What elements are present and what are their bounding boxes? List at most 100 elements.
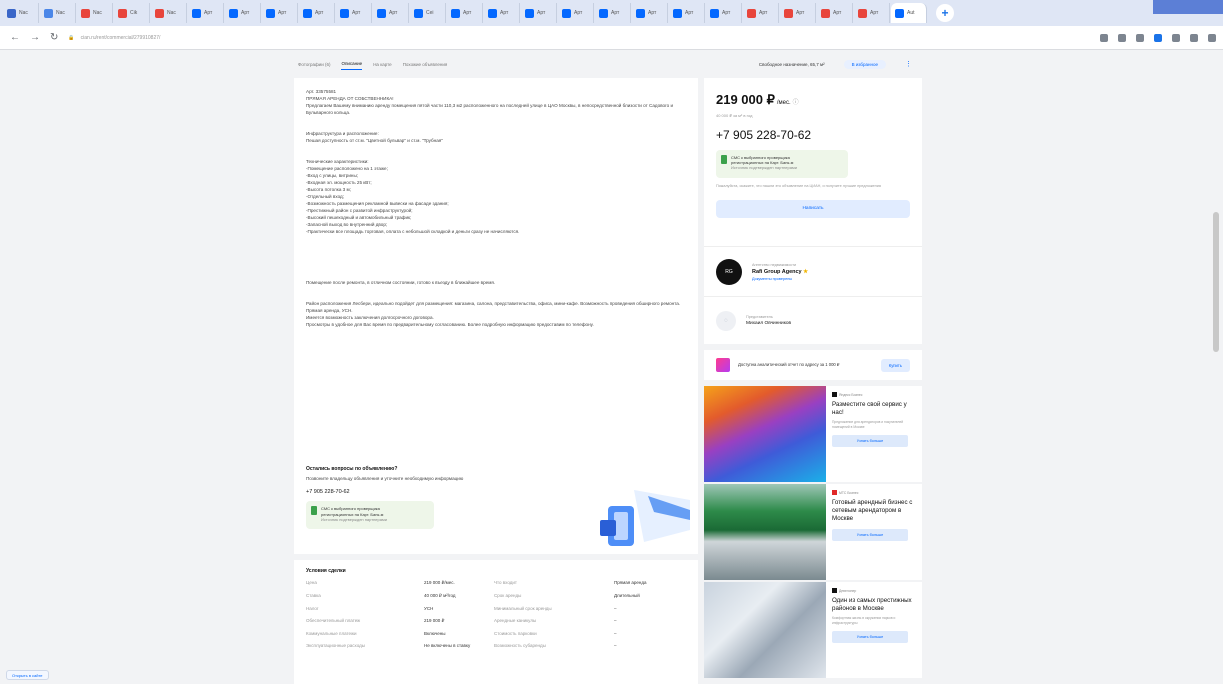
location-text: Район расположения Лесбери, идеально под…: [306, 301, 681, 306]
verify-note: Источник подтвержден партнерами: [321, 517, 387, 522]
phone-illustration: [600, 490, 690, 546]
tab-title: Арт: [204, 10, 213, 16]
tab-photos[interactable]: Фотографии (6): [298, 59, 330, 70]
star-icon[interactable]: [1136, 33, 1145, 42]
agency-logo: RG: [716, 258, 742, 285]
tab-favicon-icon: [7, 8, 16, 18]
tab-title: Арт: [648, 10, 657, 16]
price-info-icon[interactable]: ⓘ: [793, 97, 799, 106]
term-key: Возможность субаренды: [494, 643, 546, 648]
page-scrollbar[interactable]: [1213, 212, 1219, 352]
tab-favicon-icon: [636, 8, 645, 18]
term-key: Эксплуатационные расходы: [306, 643, 365, 648]
profile-icon[interactable]: [1208, 33, 1217, 42]
ad-description: Комфортная жизнь в окружении парков и ин…: [832, 616, 896, 625]
verify-badge: СМС к выбранного проверщика регистрацион…: [716, 150, 848, 178]
window-controls[interactable]: [1153, 0, 1223, 14]
browser-tab[interactable]: Cei: [410, 3, 446, 23]
term-value: 219 000 ₽/мес.: [424, 580, 455, 585]
browser-tab[interactable]: Nac: [3, 3, 39, 23]
promo-button[interactable]: Купить: [880, 358, 910, 372]
open-site-link[interactable]: Открыть в сайте: [6, 670, 49, 680]
term-value: –: [614, 631, 617, 636]
ad-button[interactable]: Узнать больше: [832, 529, 908, 541]
extension-icon[interactable]: [1154, 33, 1163, 42]
browser-tab[interactable]: Арт: [188, 3, 224, 23]
forward-arrow-icon[interactable]: →: [30, 32, 40, 43]
term-value: –: [614, 606, 617, 611]
term-value: –: [614, 643, 617, 648]
term-key: Что входит: [494, 580, 517, 585]
zoom-icon[interactable]: [1100, 33, 1109, 42]
browser-tab[interactable]: Арт: [262, 3, 298, 23]
tab-favicon-icon: [673, 8, 682, 18]
tab-similar[interactable]: Похожие объявления: [403, 59, 448, 70]
new-tab-button[interactable]: +: [936, 4, 954, 22]
browser-tab[interactable]: Арт: [225, 3, 261, 23]
terms-card: Условия сделки Цена 219 000 ₽/мес. Что в…: [294, 560, 698, 684]
back-arrow-icon[interactable]: ←: [10, 32, 20, 43]
browser-tab[interactable]: Арт: [669, 3, 705, 23]
agency-caption: Агентство недвижимости: [752, 262, 797, 267]
feature-item: -Практически все площадь торговая, оплат…: [306, 229, 520, 234]
browser-tab[interactable]: Арт: [373, 3, 409, 23]
browser-tab[interactable]: Арт: [780, 3, 816, 23]
agency-docs: Документы проверены: [752, 276, 793, 281]
contract-text: Имеется возможность заключения долгосроч…: [306, 315, 434, 320]
agent-avatar: ◌: [716, 310, 736, 331]
price-value: 219 000 ₽: [716, 92, 775, 107]
browser-tab[interactable]: Cik: [114, 3, 150, 23]
ad-card[interactable]: Девелопер Один из самых престижных район…: [704, 582, 922, 678]
area-label: Свободное назначение, 65,7 м²: [758, 61, 825, 67]
browser-tab[interactable]: Nac: [151, 3, 187, 23]
puzzle-icon[interactable]: [1172, 33, 1181, 42]
agency-card[interactable]: RG Агентство недвижимости Rafi Group Age…: [704, 246, 922, 296]
share-icon[interactable]: [1118, 33, 1127, 42]
browser-tab[interactable]: Nac: [40, 3, 76, 23]
feature-item: -Престижный район с развитой инфраструкт…: [306, 208, 413, 213]
favorite-button[interactable]: В избранное: [843, 59, 886, 69]
agent-card: ◌ Представитель Михаил Овчинников: [704, 296, 922, 344]
verified-star-icon: ★: [803, 268, 809, 275]
browser-tab[interactable]: Арт: [854, 3, 890, 23]
browser-tab[interactable]: Арт: [817, 3, 853, 23]
tab-title: Арт: [315, 10, 324, 16]
tab-title: Арт: [722, 10, 731, 16]
browser-tab[interactable]: Арт: [299, 3, 335, 23]
sidebar-icon[interactable]: [1190, 33, 1199, 42]
tab-description[interactable]: Описание: [341, 58, 363, 70]
tab-favicon-icon: [895, 8, 904, 18]
tab-favicon-icon: [303, 8, 312, 18]
agency-name[interactable]: Rafi Group Agency: [752, 269, 802, 275]
ad-source: МТС Бизнес: [832, 490, 916, 495]
browser-tab[interactable]: Арт: [336, 3, 372, 23]
browser-tab[interactable]: Арт: [743, 3, 779, 23]
browser-tab[interactable]: Арт: [595, 3, 631, 23]
phone-number[interactable]: +7 905 228-70-62: [716, 128, 910, 142]
promo-text: Доступна аналитический отчет по адресу з…: [738, 362, 840, 367]
browser-tab[interactable]: Aut: [891, 3, 927, 23]
feature-item: -Запасной выход во внутренний двор;: [306, 222, 388, 227]
browser-tab[interactable]: Nac: [77, 3, 113, 23]
listing-subnav: Фотографии (6) Описание На карте Похожие…: [298, 56, 923, 72]
browser-tab[interactable]: Арт: [558, 3, 594, 23]
write-button[interactable]: Написать: [716, 199, 910, 218]
ad-source-label: Девелопер: [839, 588, 857, 593]
reload-icon[interactable]: ↻: [50, 32, 58, 43]
browser-tab[interactable]: Арт: [521, 3, 557, 23]
ad-button[interactable]: Узнать больше: [832, 435, 908, 447]
browser-tab[interactable]: Арт: [632, 3, 668, 23]
browser-tab[interactable]: Арт: [484, 3, 520, 23]
ad-card[interactable]: МТС Бизнес Готовый арендный бизнес с сет…: [704, 484, 922, 580]
tab-map[interactable]: На карте: [373, 59, 392, 70]
address-bar[interactable]: 🔒 cian.ru/rent/commercial/279910827/: [68, 30, 1068, 46]
ad-card[interactable]: Яндекс Бизнес Разместите свой сервис у н…: [704, 386, 922, 482]
tab-title: Cei: [426, 10, 434, 16]
browser-tab[interactable]: Арт: [706, 3, 742, 23]
agent-name: Михаил Овчинников: [746, 321, 792, 326]
term-key: Ставка: [306, 593, 321, 598]
tab-favicon-icon: [155, 8, 164, 18]
more-icon[interactable]: ⋮: [905, 57, 912, 71]
browser-tab[interactable]: Арт: [447, 3, 483, 23]
ad-button[interactable]: Узнать больше: [832, 631, 908, 643]
